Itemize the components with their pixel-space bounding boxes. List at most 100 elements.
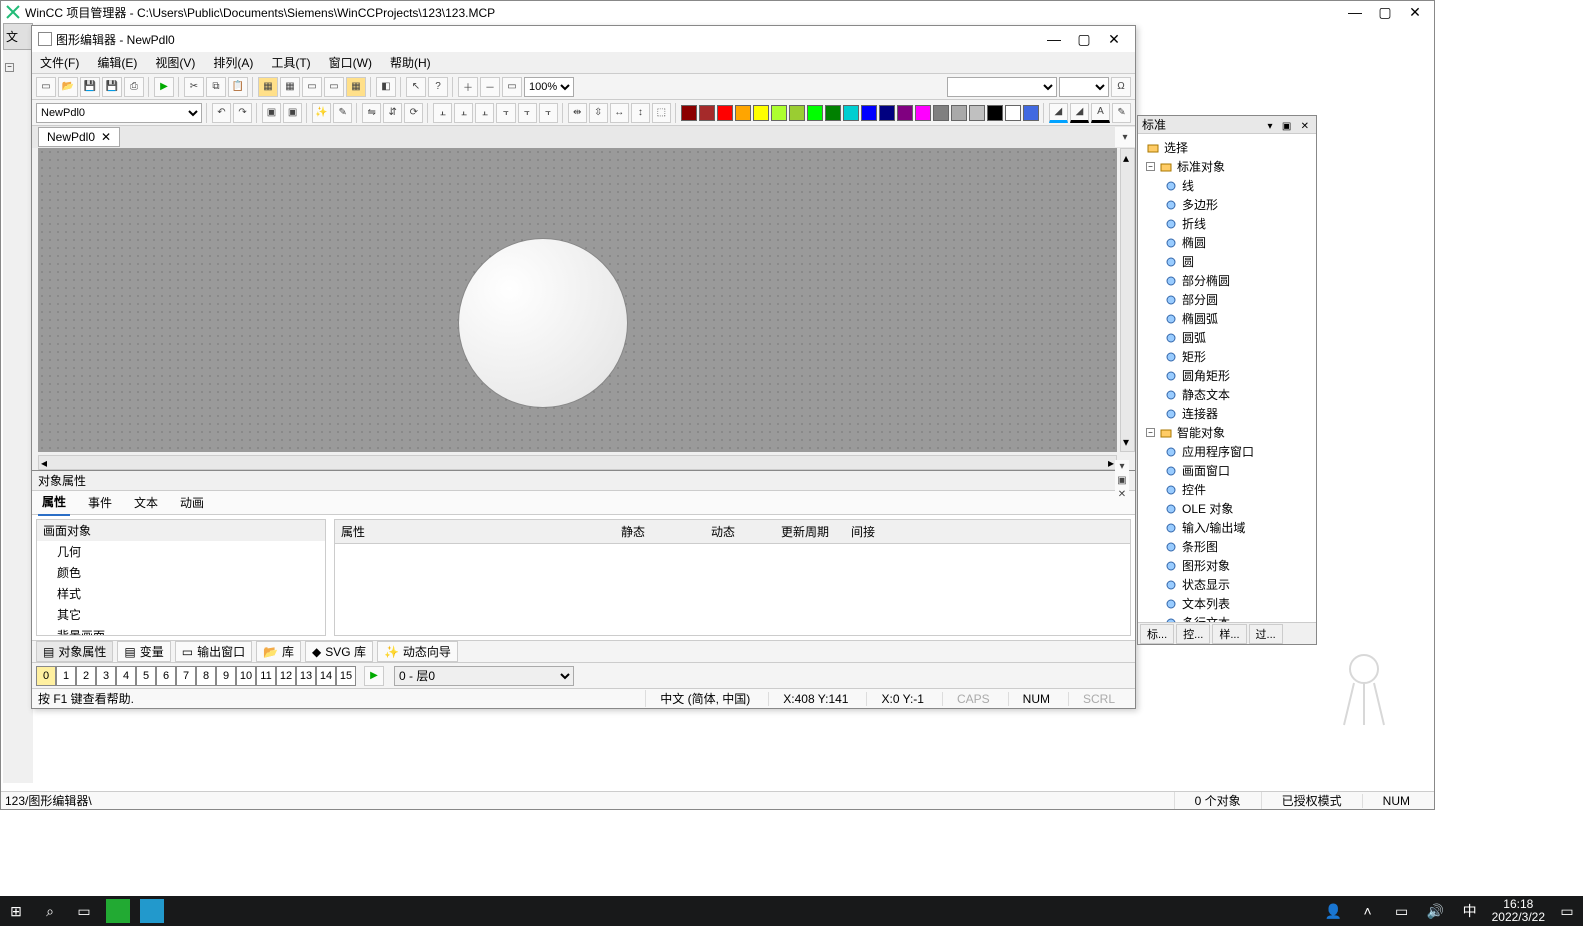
- taskview-button[interactable]: ▭: [72, 899, 96, 923]
- taskbar-app2[interactable]: [140, 899, 164, 923]
- rpanel-btm-tab-0[interactable]: 标...: [1140, 624, 1174, 644]
- dist-h-button[interactable]: ⇹: [568, 103, 587, 123]
- magic-button[interactable]: ✨: [312, 103, 331, 123]
- inner-titlebar[interactable]: 图形编辑器 - NewPdl0 — ▢ ✕: [32, 26, 1135, 52]
- rpanel-dropdown-button[interactable]: ▾: [1264, 121, 1275, 132]
- menu-item-3[interactable]: 排列(A): [209, 52, 257, 73]
- cut-button[interactable]: ✂: [184, 77, 204, 97]
- ungroup-button[interactable]: ▣: [283, 103, 302, 123]
- color-swatch-19[interactable]: [1023, 105, 1039, 121]
- tab-variables[interactable]: ▤变量: [117, 641, 170, 662]
- same-width-button[interactable]: ↔: [610, 103, 629, 123]
- object-tree-node-10[interactable]: 圆弧: [1142, 328, 1312, 347]
- layer-cell-15[interactable]: 15: [336, 666, 356, 686]
- prop-tab-0[interactable]: 属性: [38, 489, 70, 516]
- libzoom-button[interactable]: ◧: [376, 77, 396, 97]
- zoom-out-button[interactable]: －: [480, 77, 500, 97]
- tab-library[interactable]: 📂库: [256, 641, 301, 662]
- object-tree-node-18[interactable]: 控件: [1142, 480, 1312, 499]
- color-swatch-11[interactable]: [879, 105, 895, 121]
- layer-cell-6[interactable]: 6: [156, 666, 176, 686]
- save-button[interactable]: 💾: [80, 77, 100, 97]
- vertical-scrollbar[interactable]: ▴▾: [1120, 148, 1135, 452]
- object-tree-node-11[interactable]: 矩形: [1142, 347, 1312, 366]
- tray-people-icon[interactable]: 👤: [1322, 899, 1346, 923]
- object-tree-node-0[interactable]: 选择: [1142, 138, 1312, 157]
- prop-tab-1[interactable]: 事件: [84, 490, 116, 515]
- object-tree-node-23[interactable]: 状态显示: [1142, 575, 1312, 594]
- tree-collapse-icon[interactable]: −: [5, 63, 14, 72]
- copy-button[interactable]: ⧉: [206, 77, 226, 97]
- zoom-in-button[interactable]: ＋: [458, 77, 478, 97]
- inner-maximize-button[interactable]: ▢: [1069, 29, 1099, 49]
- text-color-button[interactable]: A: [1091, 103, 1110, 123]
- layer-combo[interactable]: 0 - 层0: [394, 666, 574, 686]
- tab-dynamic-wizard[interactable]: ✨动态向导: [377, 641, 458, 662]
- prop-pin-button[interactable]: ▣: [1115, 474, 1129, 488]
- notifications-button[interactable]: ▭: [1555, 899, 1579, 923]
- prop-tree-item-1[interactable]: 颜色: [37, 562, 325, 583]
- guides-button[interactable]: ▭: [324, 77, 344, 97]
- align-bottom-button[interactable]: ⫟: [539, 103, 558, 123]
- align-left-button[interactable]: ⫠: [433, 103, 452, 123]
- tray-ime-icon[interactable]: 中: [1458, 899, 1482, 923]
- dist-v-button[interactable]: ⇳: [589, 103, 608, 123]
- layer-cell-1[interactable]: 1: [56, 666, 76, 686]
- tray-sound-icon[interactable]: 🔊: [1424, 899, 1448, 923]
- prop-tree-item-0[interactable]: 几何: [37, 541, 325, 562]
- object-tree-node-3[interactable]: 多边形: [1142, 195, 1312, 214]
- line-color-button[interactable]: ◢: [1070, 103, 1089, 123]
- object-tree-node-4[interactable]: 折线: [1142, 214, 1312, 233]
- expand-icon[interactable]: −: [1146, 428, 1155, 437]
- layer-cell-2[interactable]: 2: [76, 666, 96, 686]
- outer-maximize-button[interactable]: ▢: [1370, 2, 1400, 22]
- prop-tree-item-3[interactable]: 其它: [37, 604, 325, 625]
- expand-icon[interactable]: −: [1146, 162, 1155, 171]
- object-tree-node-8[interactable]: 部分圆: [1142, 290, 1312, 309]
- document-tab[interactable]: NewPdl0 ✕: [38, 127, 120, 147]
- color-swatch-0[interactable]: [681, 105, 697, 121]
- object-tree-node-9[interactable]: 椭圆弧: [1142, 309, 1312, 328]
- run-button[interactable]: ▶: [154, 77, 174, 97]
- layer-play-button[interactable]: ▶: [364, 666, 384, 686]
- layer-cell-7[interactable]: 7: [176, 666, 196, 686]
- color-swatch-1[interactable]: [699, 105, 715, 121]
- rpanel-btm-tab-1[interactable]: 控...: [1176, 624, 1210, 644]
- taskbar-clock[interactable]: 16:18 2022/3/22: [1492, 898, 1545, 924]
- object-tree-node-19[interactable]: OLE 对象: [1142, 499, 1312, 518]
- object-tree-node-22[interactable]: 图形对象: [1142, 556, 1312, 575]
- layer-cell-13[interactable]: 13: [296, 666, 316, 686]
- layer-cell-9[interactable]: 9: [216, 666, 236, 686]
- redo-button[interactable]: ↷: [233, 103, 252, 123]
- canvas[interactable]: [38, 148, 1117, 452]
- outer-close-button[interactable]: ✕: [1400, 2, 1430, 22]
- rotate-button[interactable]: ⟳: [404, 103, 423, 123]
- object-tree-node-2[interactable]: 线: [1142, 176, 1312, 195]
- prop-tab-3[interactable]: 动画: [176, 490, 208, 515]
- inner-minimize-button[interactable]: —: [1039, 29, 1069, 49]
- layer-cell-0[interactable]: 0: [36, 666, 56, 686]
- prop-tree-item-2[interactable]: 样式: [37, 583, 325, 604]
- color-swatch-4[interactable]: [753, 105, 769, 121]
- object-tree-node-13[interactable]: 静态文本: [1142, 385, 1312, 404]
- omega-button[interactable]: Ω: [1111, 77, 1131, 97]
- rpanel-header[interactable]: 标准 ▾ ▣ ✕: [1138, 116, 1316, 134]
- object-tree-node-17[interactable]: 画面窗口: [1142, 461, 1312, 480]
- flip-h-button[interactable]: ⇋: [362, 103, 381, 123]
- layer-cell-8[interactable]: 8: [196, 666, 216, 686]
- open-button[interactable]: 📂: [58, 77, 78, 97]
- property-tree[interactable]: 画面对象 几何颜色样式其它背景画面效果: [36, 519, 326, 636]
- color-swatch-10[interactable]: [861, 105, 877, 121]
- menu-item-2[interactable]: 视图(V): [151, 52, 199, 73]
- object-tree-node-5[interactable]: 椭圆: [1142, 233, 1312, 252]
- tab-object-properties[interactable]: ▤对象属性: [36, 641, 113, 662]
- grid-button[interactable]: ▦: [258, 77, 278, 97]
- color-swatch-6[interactable]: [789, 105, 805, 121]
- color-swatch-16[interactable]: [969, 105, 985, 121]
- prop-close-button[interactable]: ✕: [1115, 488, 1129, 502]
- layer-cell-11[interactable]: 11: [256, 666, 276, 686]
- layer-cell-4[interactable]: 4: [116, 666, 136, 686]
- inner-close-button[interactable]: ✕: [1099, 29, 1129, 49]
- color-swatch-3[interactable]: [735, 105, 751, 121]
- object-tree-node-7[interactable]: 部分椭圆: [1142, 271, 1312, 290]
